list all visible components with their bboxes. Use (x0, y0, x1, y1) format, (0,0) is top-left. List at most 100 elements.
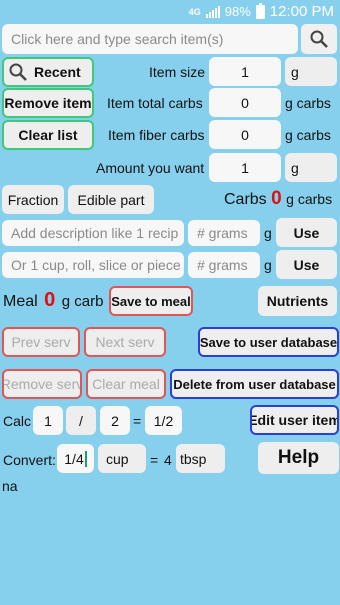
convert-equals: = (150, 452, 159, 468)
use-button-1[interactable]: Use (276, 218, 337, 247)
clear-meal-label: Clear meal (92, 376, 160, 392)
nutrients-button[interactable]: Nutrients (258, 286, 337, 316)
amount-unit-select[interactable]: g (285, 153, 337, 182)
use-label-2: Use (293, 256, 320, 273)
meal-unit: g carb (61, 293, 104, 310)
item-fiber-carbs-unit: g carbs (285, 127, 331, 143)
edit-user-item-label: Edit user item (250, 412, 339, 428)
search-placeholder: Click here and type search item(s) (11, 31, 224, 47)
clear-meal-button[interactable]: Clear meal (86, 369, 166, 399)
item-size-label: Item size (149, 64, 206, 80)
convert-from-unit: cup (106, 450, 129, 467)
item-size-value: 1 (241, 63, 249, 80)
status-bar: 4G 98% 12:00 PM (0, 0, 340, 22)
edible-part-label: Edible part (77, 191, 145, 208)
battery-icon (255, 2, 265, 19)
calc-result-value: 1/2 (153, 412, 174, 429)
item-total-carbs-label: Item total carbs (107, 95, 203, 111)
help-button[interactable]: Help (258, 442, 339, 474)
battery-percent: 98% (224, 4, 251, 19)
grams-input-2[interactable]: # grams (188, 252, 260, 278)
fraction-button[interactable]: Fraction (2, 185, 64, 214)
remove-item-label: Remove item (4, 95, 92, 111)
meal-value: 0 (44, 289, 56, 311)
calc-numerator-input[interactable]: 1 (33, 406, 63, 435)
carbs-unit: g carbs (286, 191, 333, 207)
amount-label: Amount you want (96, 160, 205, 176)
grams-placeholder-1: # grams (197, 225, 248, 241)
grams-input-1[interactable]: # grams (188, 220, 260, 246)
meal-label: Meal (3, 293, 38, 310)
convert-result-value: 4 (164, 452, 172, 468)
carbs-value: 0 (271, 188, 282, 209)
use-button-2[interactable]: Use (276, 250, 337, 279)
save-to-meal-label: Save to meal (111, 293, 191, 309)
edit-user-item-button[interactable]: Edit user item (250, 405, 339, 435)
calc-label: Calc (3, 413, 32, 429)
edible-part-button[interactable]: Edible part (68, 185, 154, 214)
amount-unit: g (291, 159, 299, 176)
nutrients-label: Nutrients (266, 293, 329, 309)
use-label-1: Use (293, 224, 320, 241)
next-serv-label: Next serv (95, 334, 155, 350)
search-icon (9, 63, 27, 81)
carbs-label: Carbs (224, 191, 267, 208)
save-to-meal-button[interactable]: Save to meal (109, 286, 193, 316)
delete-from-user-database-label: Delete from user database (173, 376, 336, 392)
item-total-carbs-unit: g carbs (285, 95, 331, 111)
item-fiber-carbs-value: 0 (241, 126, 249, 143)
prev-serv-label: Prev serv (11, 334, 71, 350)
calc-denominator: 2 (111, 412, 119, 429)
grams-placeholder-2: # grams (197, 257, 248, 273)
text-cursor (84, 450, 87, 467)
item-size-unit: g (291, 63, 299, 80)
meal-summary: Meal 0 g carb (3, 289, 103, 312)
remove-serv-label: Remove serv (2, 376, 82, 392)
item-size-input[interactable]: 1 (209, 57, 281, 86)
recent-button[interactable]: Recent (2, 57, 94, 87)
description-placeholder: Add description like 1 recip (11, 225, 179, 241)
grams-unit-1: g (264, 225, 272, 241)
search-input[interactable]: Click here and type search item(s) (2, 24, 298, 54)
calc-operator-button[interactable]: / (66, 406, 96, 435)
item-total-carbs-value: 0 (241, 94, 249, 111)
network-type: 4G (188, 6, 201, 17)
serving-description-input[interactable]: Or 1 cup, roll, slice or piece (2, 252, 184, 278)
grams-unit-2: g (264, 257, 272, 273)
amount-input[interactable]: 1 (209, 153, 281, 182)
signal-icon (205, 5, 220, 18)
serving-placeholder: Or 1 cup, roll, slice or piece (11, 257, 181, 273)
calc-denominator-input[interactable]: 2 (100, 406, 130, 435)
prev-serv-button[interactable]: Prev serv (2, 327, 80, 357)
calc-numerator: 1 (44, 412, 52, 429)
item-size-unit-select[interactable]: g (285, 57, 337, 86)
recent-label: Recent (34, 64, 81, 80)
search-button[interactable] (301, 24, 337, 54)
calc-operator: / (79, 412, 83, 429)
item-fiber-carbs-label: Item fiber carbs (108, 127, 205, 143)
item-fiber-carbs-input[interactable]: 0 (209, 120, 281, 149)
fraction-label: Fraction (7, 191, 59, 208)
remove-item-button[interactable]: Remove item (2, 88, 94, 118)
save-to-user-database-button[interactable]: Save to user database (198, 327, 339, 357)
amount-value: 1 (241, 159, 249, 176)
clock: 12:00 PM (269, 3, 334, 20)
help-label: Help (277, 447, 320, 468)
remove-serv-button[interactable]: Remove serv (2, 369, 82, 399)
calc-equals: = (133, 413, 142, 429)
clear-list-label: Clear list (18, 127, 78, 143)
search-icon (310, 30, 328, 48)
footer-text: na (2, 478, 18, 494)
convert-from-input[interactable]: 1/4 (57, 444, 94, 473)
description-input[interactable]: Add description like 1 recip (2, 220, 184, 246)
convert-from-value: 1/4 (64, 450, 84, 467)
convert-label: Convert: (3, 452, 56, 468)
convert-to-unit-select[interactable]: tbsp (176, 444, 225, 473)
calc-result: 1/2 (145, 406, 182, 435)
convert-to-unit: tbsp (180, 450, 207, 467)
clear-list-button[interactable]: Clear list (2, 120, 94, 150)
item-total-carbs-input[interactable]: 0 (209, 88, 281, 117)
delete-from-user-database-button[interactable]: Delete from user database (170, 369, 339, 399)
convert-from-unit-select[interactable]: cup (98, 444, 146, 473)
next-serv-button[interactable]: Next serv (84, 327, 166, 357)
